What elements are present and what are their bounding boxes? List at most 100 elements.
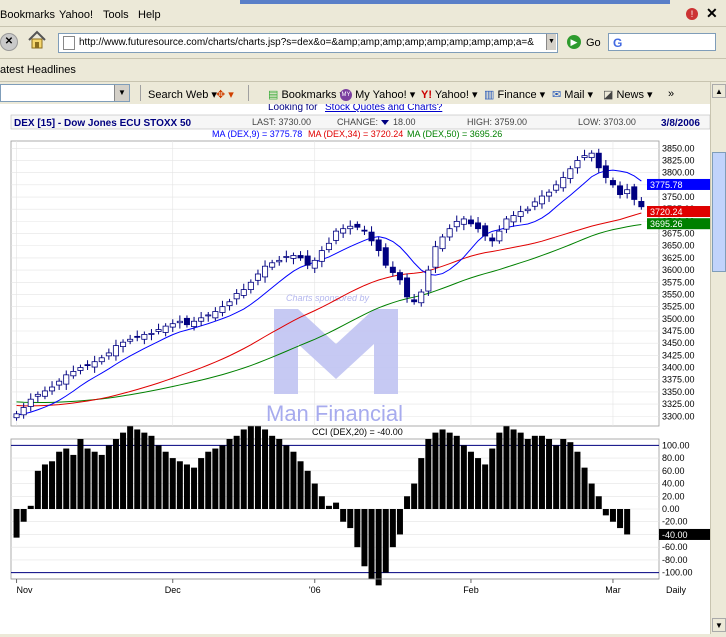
cci-bar bbox=[602, 509, 609, 516]
mail-icon: ✉ bbox=[552, 89, 562, 101]
cci-bar bbox=[240, 429, 247, 509]
cci-bar bbox=[531, 435, 538, 509]
candle-body bbox=[467, 219, 474, 225]
menu-yahoo[interactable]: Yahoo! bbox=[59, 9, 93, 21]
cci-tick-label: -100.00 bbox=[662, 568, 693, 578]
address-bar[interactable]: http://www.futuresource.com/charts/chart… bbox=[58, 33, 558, 53]
ma50-tag-label: 3695.26 bbox=[650, 219, 683, 229]
highlight-icon[interactable]: ✥ ▾ bbox=[216, 88, 234, 101]
cci-bar bbox=[91, 451, 98, 509]
go-button[interactable]: Go bbox=[586, 37, 601, 49]
search-web-button[interactable]: Search Web ▾ bbox=[148, 88, 217, 101]
cci-bar bbox=[155, 445, 162, 509]
candle-body bbox=[84, 364, 91, 367]
close-icon[interactable]: ✕ bbox=[706, 5, 718, 22]
google-icon: G bbox=[613, 36, 623, 50]
cci-tick-label: 0.00 bbox=[662, 504, 680, 514]
cci-bar bbox=[120, 432, 127, 509]
candle-body bbox=[531, 201, 538, 207]
cci-bar bbox=[396, 509, 403, 535]
price-tick-label: 3450.00 bbox=[662, 338, 695, 348]
cci-bar bbox=[98, 454, 105, 509]
finance-button[interactable]: ▥ Finance ▾ bbox=[484, 88, 545, 101]
cci-bar bbox=[41, 464, 48, 509]
chevron-down-icon[interactable]: ▼ bbox=[114, 85, 129, 101]
cci-tick-label: 100.00 bbox=[662, 440, 690, 450]
bookmark-icon: ▤ bbox=[268, 89, 279, 101]
stock-quotes-link[interactable]: Stock Quotes and Charts? bbox=[325, 102, 443, 113]
price-tick-label: 3350.00 bbox=[662, 387, 695, 397]
candle-body bbox=[325, 242, 332, 251]
candle-body bbox=[460, 218, 467, 225]
mail-button[interactable]: ✉ Mail ▾ bbox=[552, 88, 593, 101]
latest-headlines-link[interactable]: atest Headlines bbox=[0, 64, 76, 76]
candle-body bbox=[567, 168, 574, 179]
go-icon[interactable]: ▶ bbox=[567, 35, 581, 49]
candle-body bbox=[361, 229, 368, 232]
candle-body bbox=[588, 152, 595, 158]
menu-tools[interactable]: Tools bbox=[103, 9, 129, 21]
news-button[interactable]: ◪ News ▾ bbox=[603, 88, 653, 101]
cci-bar bbox=[354, 509, 361, 548]
candle-body bbox=[404, 277, 411, 298]
cci-tick-label: 60.00 bbox=[662, 466, 685, 476]
candle-body bbox=[304, 255, 311, 266]
candle-body bbox=[475, 222, 482, 230]
cci-bar bbox=[404, 496, 411, 509]
candle-body bbox=[524, 208, 531, 212]
candle-body bbox=[354, 223, 361, 228]
home-icon[interactable] bbox=[26, 29, 48, 51]
candle-body bbox=[91, 361, 98, 368]
scroll-down-icon[interactable]: ▼ bbox=[712, 618, 726, 632]
candle-body bbox=[553, 184, 560, 191]
cci-bar bbox=[453, 435, 460, 509]
candle-body bbox=[432, 246, 439, 268]
candle-body bbox=[297, 255, 304, 259]
cci-bar bbox=[375, 509, 382, 586]
cci-bar bbox=[446, 432, 453, 509]
candle-body bbox=[446, 228, 453, 238]
change-label: CHANGE: bbox=[337, 117, 378, 127]
cci-bar bbox=[624, 509, 631, 535]
candle-body bbox=[13, 413, 20, 419]
candle-body bbox=[496, 230, 503, 242]
cci-bar bbox=[169, 458, 176, 509]
cci-bar bbox=[524, 439, 531, 509]
price-tick-label: 3425.00 bbox=[662, 350, 695, 360]
x-axis: Nov Dec '06 Feb Mar Daily bbox=[16, 579, 687, 595]
candle-body bbox=[482, 225, 489, 237]
candle-body bbox=[247, 281, 254, 290]
url-text: http://www.futuresource.com/charts/chart… bbox=[79, 37, 534, 48]
candle-body bbox=[262, 265, 269, 278]
cci-bar bbox=[560, 439, 567, 509]
cci-tick-label: -80.00 bbox=[662, 555, 688, 565]
promo-link-prefix: Looking for bbox=[268, 104, 318, 113]
menu-help[interactable]: Help bbox=[138, 9, 161, 21]
candle-body bbox=[631, 186, 638, 200]
toolbar-more-icon[interactable]: » bbox=[668, 88, 674, 100]
cci-bar bbox=[333, 502, 340, 509]
stop-icon[interactable]: ✕ bbox=[0, 33, 18, 51]
bookmarks-button[interactable]: ▤ Bookmarks ▾ bbox=[268, 88, 345, 101]
candle-body bbox=[602, 165, 609, 178]
price-tick-label: 3500.00 bbox=[662, 314, 695, 324]
address-dropdown-icon[interactable]: ▼ bbox=[546, 34, 556, 50]
alert-icon[interactable]: ! bbox=[686, 8, 698, 20]
menu-bookmarks[interactable]: Bookmarks bbox=[0, 9, 55, 21]
vertical-scrollbar[interactable]: ▲ ▼ bbox=[710, 82, 726, 634]
cci-bar bbox=[134, 429, 141, 509]
candle-body bbox=[560, 177, 567, 189]
price-tick-label: 3475.00 bbox=[662, 326, 695, 336]
google-search-input[interactable]: G bbox=[608, 33, 716, 51]
scroll-up-icon[interactable]: ▲ bbox=[712, 84, 726, 98]
yahoo-search-input[interactable]: ▼ bbox=[0, 84, 130, 102]
cci-title: CCI (DEX,20) = -40.00 bbox=[312, 427, 403, 437]
my-yahoo-button[interactable]: MY My Yahoo! ▾ bbox=[340, 88, 415, 102]
stock-chart: Looking for Stock Quotes and Charts? DEX… bbox=[10, 102, 711, 595]
cci-bar bbox=[382, 509, 389, 573]
price-tick-label: 3375.00 bbox=[662, 375, 695, 385]
scroll-thumb[interactable] bbox=[712, 152, 726, 272]
yahoo-button[interactable]: Y! Yahoo! ▾ bbox=[421, 88, 478, 101]
cci-bar bbox=[304, 470, 311, 509]
candle-body bbox=[276, 259, 283, 263]
